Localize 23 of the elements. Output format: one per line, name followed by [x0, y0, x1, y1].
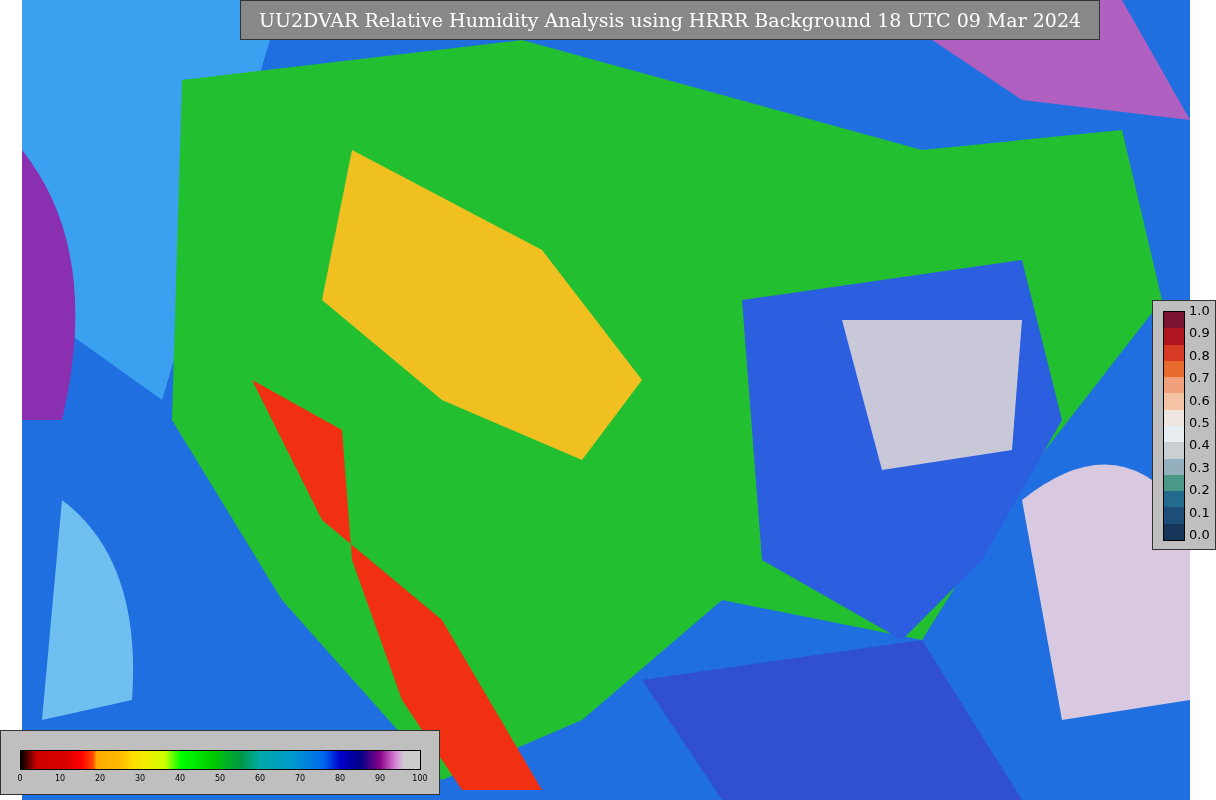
tick-label: 0.8: [1189, 347, 1210, 364]
tick-label: 90: [373, 774, 387, 783]
tick-label: 0.3: [1189, 459, 1210, 476]
tick-label: 30: [133, 774, 147, 783]
tick-label: 100: [411, 774, 429, 783]
map-title: UU2DVAR Relative Humidity Analysis using HRRR Background 18 UTC 09 Mar 2024: [240, 0, 1100, 40]
tick-label: 50: [213, 774, 227, 783]
tick-label: 0.2: [1189, 482, 1210, 499]
tick-label: 0.0: [1189, 526, 1210, 543]
tick-label: 0.1: [1189, 504, 1210, 521]
tick-label: 0.6: [1189, 392, 1210, 409]
tick-label: 70: [293, 774, 307, 783]
tick-label: 60: [253, 774, 267, 783]
tick-label: 0: [16, 774, 24, 783]
tick-label: 0.7: [1189, 370, 1210, 387]
tick-label: 40: [173, 774, 187, 783]
tick-label: 0.9: [1189, 325, 1210, 342]
tick-label: 0.5: [1189, 414, 1210, 431]
tick-label: 0.4: [1189, 437, 1210, 454]
tick-label: 10: [53, 774, 67, 783]
tick-label: 80: [333, 774, 347, 783]
tick-label: 1.0: [1189, 303, 1210, 319]
tick-label: 20: [93, 774, 107, 783]
